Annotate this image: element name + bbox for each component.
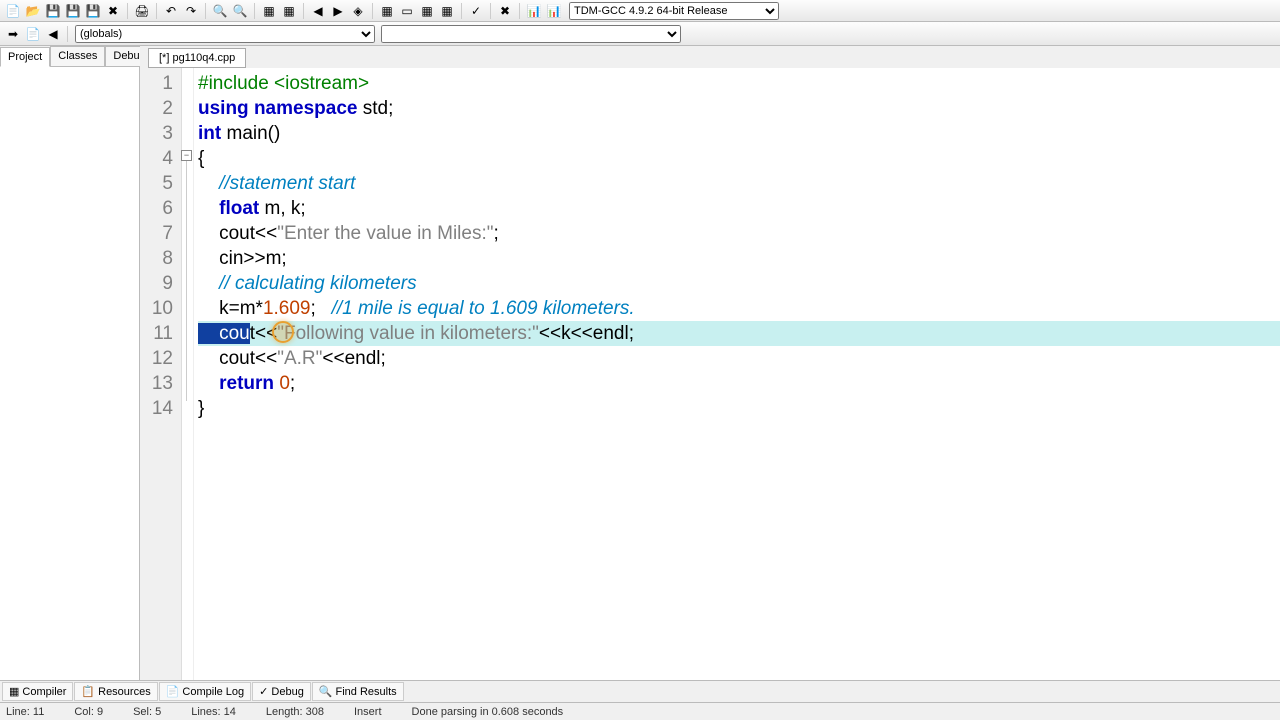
bottom-tabs: ▦Compiler 📋Resources 📄Compile Log ✓Debug… xyxy=(0,680,1280,702)
tab-compile-log[interactable]: 📄Compile Log xyxy=(159,682,251,701)
fold-column: − xyxy=(182,68,194,680)
compiler-select[interactable]: TDM-GCC 4.9.2 64-bit Release xyxy=(569,2,779,20)
scope-select[interactable]: (globals) xyxy=(75,25,375,43)
debug-icon[interactable]: ✓ xyxy=(467,2,485,20)
compiler-icon: ▦ xyxy=(9,685,19,698)
compile-run-icon[interactable]: ▦ xyxy=(418,2,436,20)
tab-compiler[interactable]: ▦Compiler xyxy=(2,682,73,701)
status-lines: Lines: 14 xyxy=(191,706,236,718)
status-line: Line: 11 xyxy=(6,706,44,718)
redo-icon[interactable]: ↷ xyxy=(182,2,200,20)
tab-debug-bottom[interactable]: ✓Debug xyxy=(252,682,311,701)
print-icon[interactable]: 🖨 xyxy=(133,2,151,20)
forward-icon[interactable]: ▶ xyxy=(329,2,347,20)
goto-icon[interactable]: ➡ xyxy=(4,25,22,43)
code-content[interactable]: #include <iostream> using namespace std;… xyxy=(194,68,1280,680)
bookmark-icon[interactable]: ◈ xyxy=(349,2,367,20)
tab-classes[interactable]: Classes xyxy=(50,46,105,66)
save-all-icon[interactable]: 💾 xyxy=(64,2,82,20)
scope-toolbar: ➡ 📄 ◀ (globals) xyxy=(0,22,1280,46)
new-class-icon[interactable]: 📄 xyxy=(24,25,42,43)
side-tabs: Project Classes Debug xyxy=(0,46,139,66)
file-tabs: [*] pg110q4.cpp xyxy=(140,46,1280,68)
tab-find-results[interactable]: 🔍Find Results xyxy=(312,682,404,701)
back-icon[interactable]: ◀ xyxy=(309,2,327,20)
current-line: cout<<"Following value in kilometers:"<<… xyxy=(198,321,1280,346)
include-directive: #include <iostream> xyxy=(198,73,369,94)
status-col: Col: 9 xyxy=(74,706,103,718)
profile-icon[interactable]: 📊 xyxy=(525,2,543,20)
code-editor[interactable]: 1 2 3 4 5 6 7 8 9 10 11 12 13 14 − #incl… xyxy=(140,68,1280,680)
save-as-icon[interactable]: 💾 xyxy=(84,2,102,20)
symbol-select[interactable] xyxy=(381,25,681,43)
file-tab[interactable]: [*] pg110q4.cpp xyxy=(148,48,246,68)
close-icon[interactable]: ✖ xyxy=(104,2,122,20)
status-length: Length: 308 xyxy=(266,706,324,718)
find-icon[interactable]: 🔍 xyxy=(211,2,229,20)
replace-icon[interactable]: 🔍 xyxy=(231,2,249,20)
side-panel: Project Classes Debug xyxy=(0,46,140,680)
profile2-icon[interactable]: 📊 xyxy=(545,2,563,20)
side-content xyxy=(0,66,139,680)
goto-func-icon[interactable]: ◀ xyxy=(44,25,62,43)
tab-project[interactable]: Project xyxy=(0,47,50,67)
run-icon[interactable]: ▭ xyxy=(398,2,416,20)
status-mode: Insert xyxy=(354,706,382,718)
status-message: Done parsing in 0.608 seconds xyxy=(412,706,564,718)
find-results-icon: 🔍 xyxy=(319,685,333,698)
undo-icon[interactable]: ↶ xyxy=(162,2,180,20)
status-sel: Sel: 5 xyxy=(133,706,161,718)
stop-icon[interactable]: ✖ xyxy=(496,2,514,20)
main-toolbar: 📄 📂 💾 💾 💾 ✖ 🖨 ↶ ↷ 🔍 🔍 ▦ ▦ ◀ ▶ ◈ ▦ ▭ ▦ ▦ … xyxy=(0,0,1280,22)
compile-icon[interactable]: ▦ xyxy=(378,2,396,20)
resources-icon: 📋 xyxy=(81,685,95,698)
log-icon: 📄 xyxy=(166,685,180,698)
save-icon[interactable]: 💾 xyxy=(44,2,62,20)
selected-text: cou xyxy=(198,323,250,344)
cursor-highlight-icon xyxy=(272,321,294,343)
toggle2-icon[interactable]: ▦ xyxy=(280,2,298,20)
rebuild-icon[interactable]: ▦ xyxy=(438,2,456,20)
main-area: Project Classes Debug [*] pg110q4.cpp 1 … xyxy=(0,46,1280,680)
tab-resources[interactable]: 📋Resources xyxy=(74,682,157,701)
fold-minus-icon[interactable]: − xyxy=(181,150,192,161)
new-file-icon[interactable]: 📄 xyxy=(4,2,22,20)
line-gutter: 1 2 3 4 5 6 7 8 9 10 11 12 13 14 xyxy=(140,68,182,680)
open-icon[interactable]: 📂 xyxy=(24,2,42,20)
toggle-icon[interactable]: ▦ xyxy=(260,2,278,20)
status-bar: Line: 11 Col: 9 Sel: 5 Lines: 14 Length:… xyxy=(0,702,1280,720)
debug-bottom-icon: ✓ xyxy=(259,685,268,698)
editor-area: [*] pg110q4.cpp 1 2 3 4 5 6 7 8 9 10 11 … xyxy=(140,46,1280,680)
